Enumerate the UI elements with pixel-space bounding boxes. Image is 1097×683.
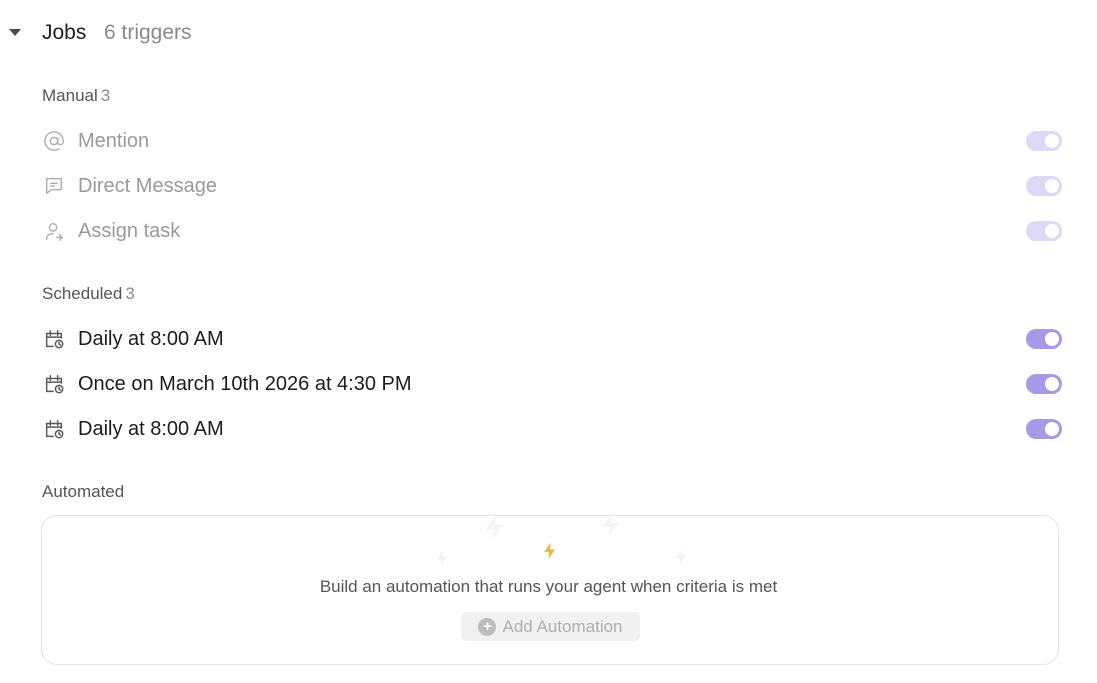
trigger-label: Daily at 8:00 AM [78,417,224,440]
trigger-row-schedule[interactable]: Daily at 8:00 AM [42,412,1062,446]
decorative-lightning-icon [675,549,687,565]
trigger-row-mention: Mention [42,124,1062,158]
automated-section-label: Automated [42,482,125,501]
trigger-row-schedule[interactable]: Daily at 8:00 AM [42,322,1062,356]
trigger-label: Once on March 10th 2026 at 4:30 PM [78,372,412,395]
lightning-icon [544,542,555,560]
schedule-toggle[interactable] [1026,329,1062,349]
calendar-clock-icon [42,372,66,396]
section-title: Jobs [42,21,87,44]
schedule-toggle[interactable] [1026,374,1062,394]
direct-message-toggle[interactable] [1026,176,1062,196]
decorative-lightning-icon [436,551,447,565]
calendar-clock-icon [42,327,66,351]
manual-count: 3 [100,86,111,105]
trigger-row-schedule[interactable]: Once on March 10th 2026 at 4:30 PM [42,367,1062,401]
scheduled-section-label: Scheduled 3 [42,284,135,304]
calendar-clock-icon [42,417,66,441]
schedule-toggle[interactable] [1026,419,1062,439]
assign-user-icon [42,219,66,243]
decorative-lightning-icon [602,514,619,536]
assign-task-toggle[interactable] [1026,221,1062,241]
message-icon [42,174,66,198]
at-icon [42,129,66,153]
manual-section-label: Manual 3 [42,86,110,106]
mention-toggle[interactable] [1026,131,1062,151]
trigger-label: Assign task [78,219,181,242]
scheduled-label: Scheduled [42,284,123,303]
trigger-label: Daily at 8:00 AM [78,327,224,350]
trigger-row-direct-message: Direct Message [42,169,1062,203]
trigger-row-assign-task: Assign task [42,214,1062,248]
plus-circle-icon: + [478,617,497,636]
trigger-count: 6 triggers [104,21,192,44]
trigger-label: Mention [78,129,150,152]
add-automation-button[interactable]: + Add Automation [461,612,640,641]
manual-label: Manual [42,86,98,105]
trigger-label: Direct Message [78,174,217,197]
add-automation-label: Add Automation [502,616,623,636]
decorative-lightning-icon [485,514,504,540]
scheduled-count: 3 [125,284,135,303]
collapse-caret-icon[interactable] [9,29,21,36]
automation-empty-text: Build an automation that runs your agent… [319,577,778,596]
